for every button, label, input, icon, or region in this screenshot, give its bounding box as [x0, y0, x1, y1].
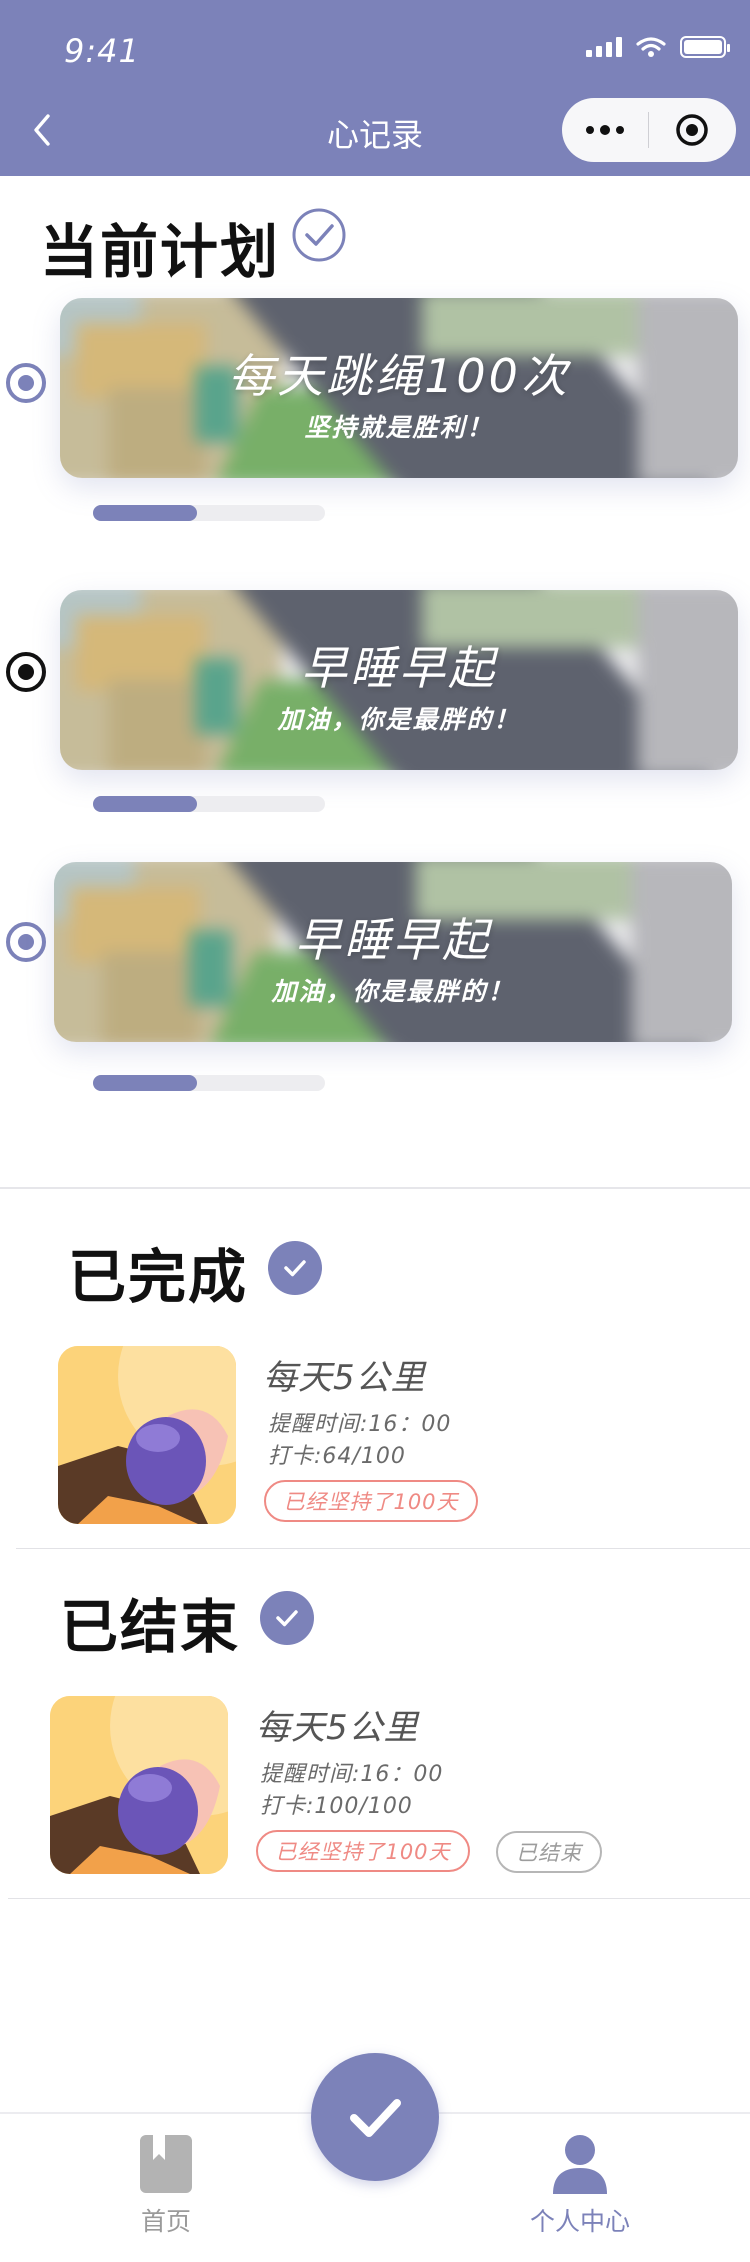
item-divider [16, 1548, 750, 1549]
section-divider [0, 1187, 750, 1189]
more-dot-icon [586, 126, 594, 134]
plan-thumbnail [58, 1346, 236, 1524]
close-mini-program-button[interactable] [649, 98, 735, 162]
check-in-button[interactable] [311, 2053, 439, 2181]
tab-profile[interactable]: 个人中心 [480, 2134, 680, 2254]
battery-icon [680, 36, 730, 58]
plan-name: 早睡早起 [295, 913, 491, 967]
plan-progress-bar [93, 1075, 325, 1091]
signal-icon [586, 37, 622, 57]
reminder-time: 提醒时间:16：00 [260, 1762, 444, 1787]
plan-name: 早睡早起 [301, 641, 497, 695]
status-time: 9:41 [64, 32, 140, 70]
check-icon [350, 2099, 401, 2137]
item-divider [8, 1898, 750, 1899]
plan-name: 每天跳绳100次 [228, 349, 570, 403]
plan-select-radio[interactable] [6, 652, 46, 692]
more-button[interactable] [562, 98, 648, 162]
check-icon [284, 1260, 306, 1277]
plan-item-title: 每天5公里 [263, 1358, 426, 1398]
check-icon [276, 1610, 298, 1627]
plan-progress-fill [93, 796, 198, 812]
tab-home[interactable]: 首页 [66, 2134, 266, 2254]
ended-status-tag: 已结束 [496, 1831, 602, 1873]
tab-home-label: 首页 [140, 2207, 191, 2236]
check-badge [268, 1241, 322, 1295]
check-circle-outline-icon [292, 208, 346, 262]
plan-progress-fill [93, 505, 198, 521]
plan-motto: 加油，你是最胖的！ [271, 977, 515, 1006]
persisted-days-tag: 已经坚持了100天 [256, 1830, 470, 1872]
checkin-count: 打卡:100/100 [260, 1794, 413, 1819]
plan-motto: 加油，你是最胖的！ [277, 705, 521, 734]
current-plans-title: 当前计划 [40, 218, 281, 286]
mini-program-capsule [562, 98, 736, 162]
reminder-time: 提醒时间:16：00 [268, 1412, 452, 1437]
plan-select-radio[interactable] [6, 922, 46, 962]
plan-thumbnail [50, 1696, 228, 1874]
plan-progress-bar [93, 505, 325, 521]
status-icons [586, 36, 730, 58]
checkin-count: 打卡:64/100 [268, 1444, 406, 1469]
plan-progress-fill [93, 1075, 198, 1091]
tab-profile-label: 个人中心 [529, 2207, 630, 2236]
plan-card[interactable]: 早睡早起 加油，你是最胖的！ [54, 862, 732, 1042]
persisted-days-tag: 已经坚持了100天 [264, 1480, 478, 1522]
plan-card[interactable]: 早睡早起 加油，你是最胖的！ [60, 590, 738, 770]
plan-item-title: 每天5公里 [256, 1708, 419, 1748]
plan-progress-bar [93, 796, 325, 812]
check-badge [260, 1591, 314, 1645]
book-icon [140, 2135, 192, 2193]
plan-select-radio[interactable] [6, 363, 46, 403]
wifi-icon [636, 37, 666, 57]
target-icon [676, 114, 708, 146]
person-icon [553, 2135, 607, 2194]
more-dot-icon [600, 125, 610, 135]
ended-title: 已结束 [60, 1593, 241, 1661]
plan-card[interactable]: 每天跳绳100次 坚持就是胜利！ [60, 298, 738, 478]
header-bar: 9:41 心记录 [0, 0, 750, 176]
plan-motto: 坚持就是胜利！ [304, 413, 494, 442]
completed-title: 已完成 [68, 1243, 249, 1311]
more-dot-icon [616, 126, 624, 134]
